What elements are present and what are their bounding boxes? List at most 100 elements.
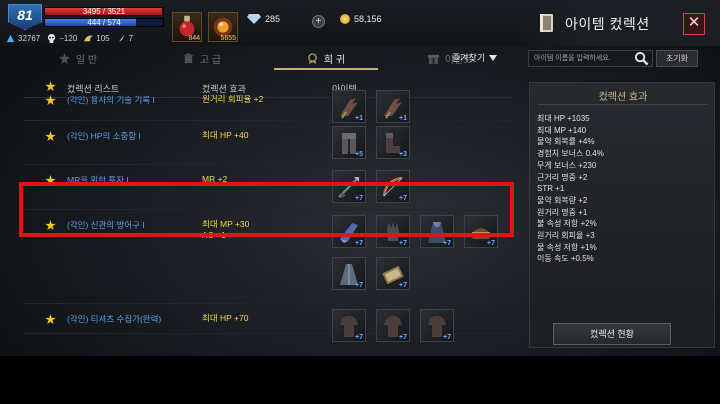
item-slot[interactable]: +7 bbox=[420, 309, 454, 342]
collection-items: +1 +1 bbox=[332, 90, 512, 123]
item-slot[interactable]: +7 bbox=[332, 257, 366, 290]
item-slot[interactable]: +7 bbox=[376, 215, 410, 248]
favorite-star-icon[interactable] bbox=[45, 220, 56, 231]
stats-row: 32767 −120 105 7 bbox=[6, 32, 133, 44]
chevron-down-icon bbox=[489, 54, 498, 61]
diamond-currency: 285 bbox=[247, 14, 280, 24]
gift-icon bbox=[427, 54, 439, 64]
item-slot[interactable]: +5 bbox=[332, 126, 366, 159]
effects-list: 최대 HP +1035 최대 MP +140 물약 회복률 +4% 경험치 보너스 0… bbox=[537, 113, 604, 265]
collection-name: (각인) 신관의 방어구 I bbox=[67, 220, 145, 230]
item-slot[interactable]: +7 bbox=[332, 215, 366, 248]
stat-skull: −120 bbox=[47, 33, 77, 43]
reset-button[interactable]: 초기화 bbox=[656, 50, 698, 67]
collection-effects-panel: 컸렉션 효과 최대 HP +1035 최대 MP +140 물약 회복률 +4% 경험… bbox=[529, 82, 715, 348]
collection-row[interactable]: (각인) HP의 소중함 I 최대 HP +40 +5 +3 bbox=[24, 121, 512, 165]
enchant-level: +7 bbox=[443, 334, 451, 341]
tab-advanced[interactable]: 고 급 bbox=[140, 48, 264, 68]
bottom-letterbox bbox=[0, 356, 720, 404]
favorite-star-icon[interactable] bbox=[45, 131, 56, 142]
add-currency-button[interactable]: + bbox=[312, 15, 325, 28]
enchant-level: +7 bbox=[399, 195, 407, 202]
favorite-star-icon[interactable] bbox=[45, 95, 56, 106]
feather-icon bbox=[118, 34, 124, 42]
search-icon[interactable] bbox=[634, 51, 649, 66]
stat-power: 32767 bbox=[6, 34, 40, 43]
diamond-icon bbox=[247, 14, 261, 24]
effects-title: 컸렉션 효과 bbox=[598, 92, 648, 103]
collection-effect: 원거리 회피율 +2 bbox=[202, 94, 264, 104]
medal-icon bbox=[308, 52, 317, 64]
collection-status-button[interactable]: 컸렉션 현황 bbox=[553, 323, 671, 345]
rarity-tabs: 일 반 고 급 희 귀 이벤트 bbox=[16, 48, 512, 70]
collection-row[interactable]: (각인) 신관의 방어구 I 최대 MP +30 AC −1 +7 +7 +7 +7 +7 +… bbox=[24, 210, 512, 304]
hp-potion-count: 844 bbox=[188, 35, 200, 42]
collection-book-icon bbox=[540, 14, 553, 32]
tab-rare-label: 희 귀 bbox=[323, 54, 346, 66]
tab-normal[interactable]: 일 반 bbox=[16, 48, 140, 68]
effects-divider bbox=[538, 104, 708, 105]
level-badge: 81 bbox=[8, 4, 42, 30]
enchant-level: +7 bbox=[355, 282, 363, 289]
mp-bar: 444 / 574 bbox=[44, 18, 164, 27]
collection-effect: 최대 HP +70 bbox=[202, 313, 249, 323]
effect-item: 원거리 명중 +1 bbox=[537, 207, 588, 217]
hp-potion-slot[interactable]: 844 bbox=[172, 12, 202, 42]
collection-name: (각인) HP의 소중함 I bbox=[67, 131, 141, 141]
collection-row[interactable]: MR을 위한 투자 I MR +2 +7 +7 bbox=[24, 165, 512, 210]
elixir-count: 5655 bbox=[220, 35, 236, 42]
item-slot[interactable]: +7 bbox=[332, 309, 366, 342]
collection-row[interactable]: (각인) 티셔츠 수집가(완력) 최대 HP +70 +7 +7 +7 bbox=[24, 304, 512, 342]
effect-item: 근거리 명중 +2 bbox=[537, 172, 588, 182]
close-button[interactable]: ✕ bbox=[683, 13, 705, 35]
tab-rare[interactable]: 희 귀 bbox=[264, 48, 388, 70]
item-slot[interactable]: +7 bbox=[376, 257, 410, 290]
favorites-dropdown[interactable]: 즐겨찾기 bbox=[452, 51, 498, 64]
collection-effect: MR +2 bbox=[202, 174, 228, 184]
elixir-slot[interactable]: 5655 bbox=[208, 12, 238, 42]
diamond-amount: 285 bbox=[265, 14, 281, 24]
collection-items: +7 +7 +7 bbox=[332, 309, 512, 342]
enchant-level: +7 bbox=[355, 195, 363, 202]
item-slot[interactable]: +7 bbox=[332, 170, 366, 203]
collection-items: +7 +7 bbox=[332, 170, 512, 203]
gold-coin-icon bbox=[340, 14, 350, 24]
item-slot[interactable]: +1 bbox=[376, 90, 410, 123]
enchant-level: +7 bbox=[399, 282, 407, 289]
stat-feather: 7 bbox=[117, 34, 133, 43]
collection-rows: (각인) 용사의 기술 기록 I 원거리 회피율 +2 +1 +1 (각인) HP의 소… bbox=[24, 90, 512, 342]
collection-name: (각인) 티셔츠 수집가(완력) bbox=[67, 314, 162, 324]
collection-name: (각인) 용사의 기술 기록 I bbox=[67, 95, 155, 105]
collection-effect: 최대 MP +30 AC −1 bbox=[202, 219, 250, 240]
favorites-label: 즐겨찾기 bbox=[452, 53, 486, 63]
enchant-level: +7 bbox=[355, 240, 363, 247]
enchant-level: +3 bbox=[399, 151, 407, 158]
page-title: 아이템 컸렉션 bbox=[565, 16, 650, 32]
enchant-level: +7 bbox=[399, 334, 407, 341]
item-slot[interactable]: +7 bbox=[376, 170, 410, 203]
item-collection-screen: 81 3495 / 3521 444 / 574 32767 −120 105 bbox=[0, 0, 720, 404]
collection-row[interactable]: (각인) 용사의 기술 기록 I 원거리 회피율 +2 +1 +1 bbox=[24, 85, 512, 123]
item-slot[interactable]: +7 bbox=[420, 215, 454, 248]
item-slot[interactable]: +1 bbox=[332, 90, 366, 123]
collection-name: MR을 위한 투자 I bbox=[67, 175, 129, 185]
item-slot[interactable]: +7 bbox=[464, 215, 498, 248]
shrine-icon bbox=[182, 52, 194, 63]
favorite-star-icon[interactable] bbox=[45, 314, 56, 325]
collection-effect: 최대 HP +40 bbox=[202, 130, 249, 140]
item-slot[interactable]: +7 bbox=[376, 309, 410, 342]
collection-list: 컸렉션 리스트 컸렉션 효과 아이템 (각인) 용사의 기술 기록 I 원거리 회… bbox=[24, 76, 512, 348]
effect-item: 최대 MP +140 bbox=[537, 125, 587, 135]
quick-slots: 844 5655 bbox=[172, 12, 238, 42]
skull-icon bbox=[48, 33, 56, 43]
enchant-level: +7 bbox=[355, 334, 363, 341]
effect-item: 물 속성 저항 +1% bbox=[537, 242, 597, 252]
power-icon bbox=[6, 34, 15, 42]
favorite-star-icon[interactable] bbox=[45, 175, 56, 186]
stat-wing-value: 105 bbox=[96, 33, 110, 43]
item-slot[interactable]: +3 bbox=[376, 126, 410, 159]
status-bar: 81 3495 / 3521 444 / 574 32767 −120 105 bbox=[0, 0, 720, 46]
enchant-level: +5 bbox=[355, 151, 363, 158]
stat-feather-value: 7 bbox=[128, 33, 134, 43]
effect-item: 이동 속도 +0.5% bbox=[537, 254, 594, 264]
